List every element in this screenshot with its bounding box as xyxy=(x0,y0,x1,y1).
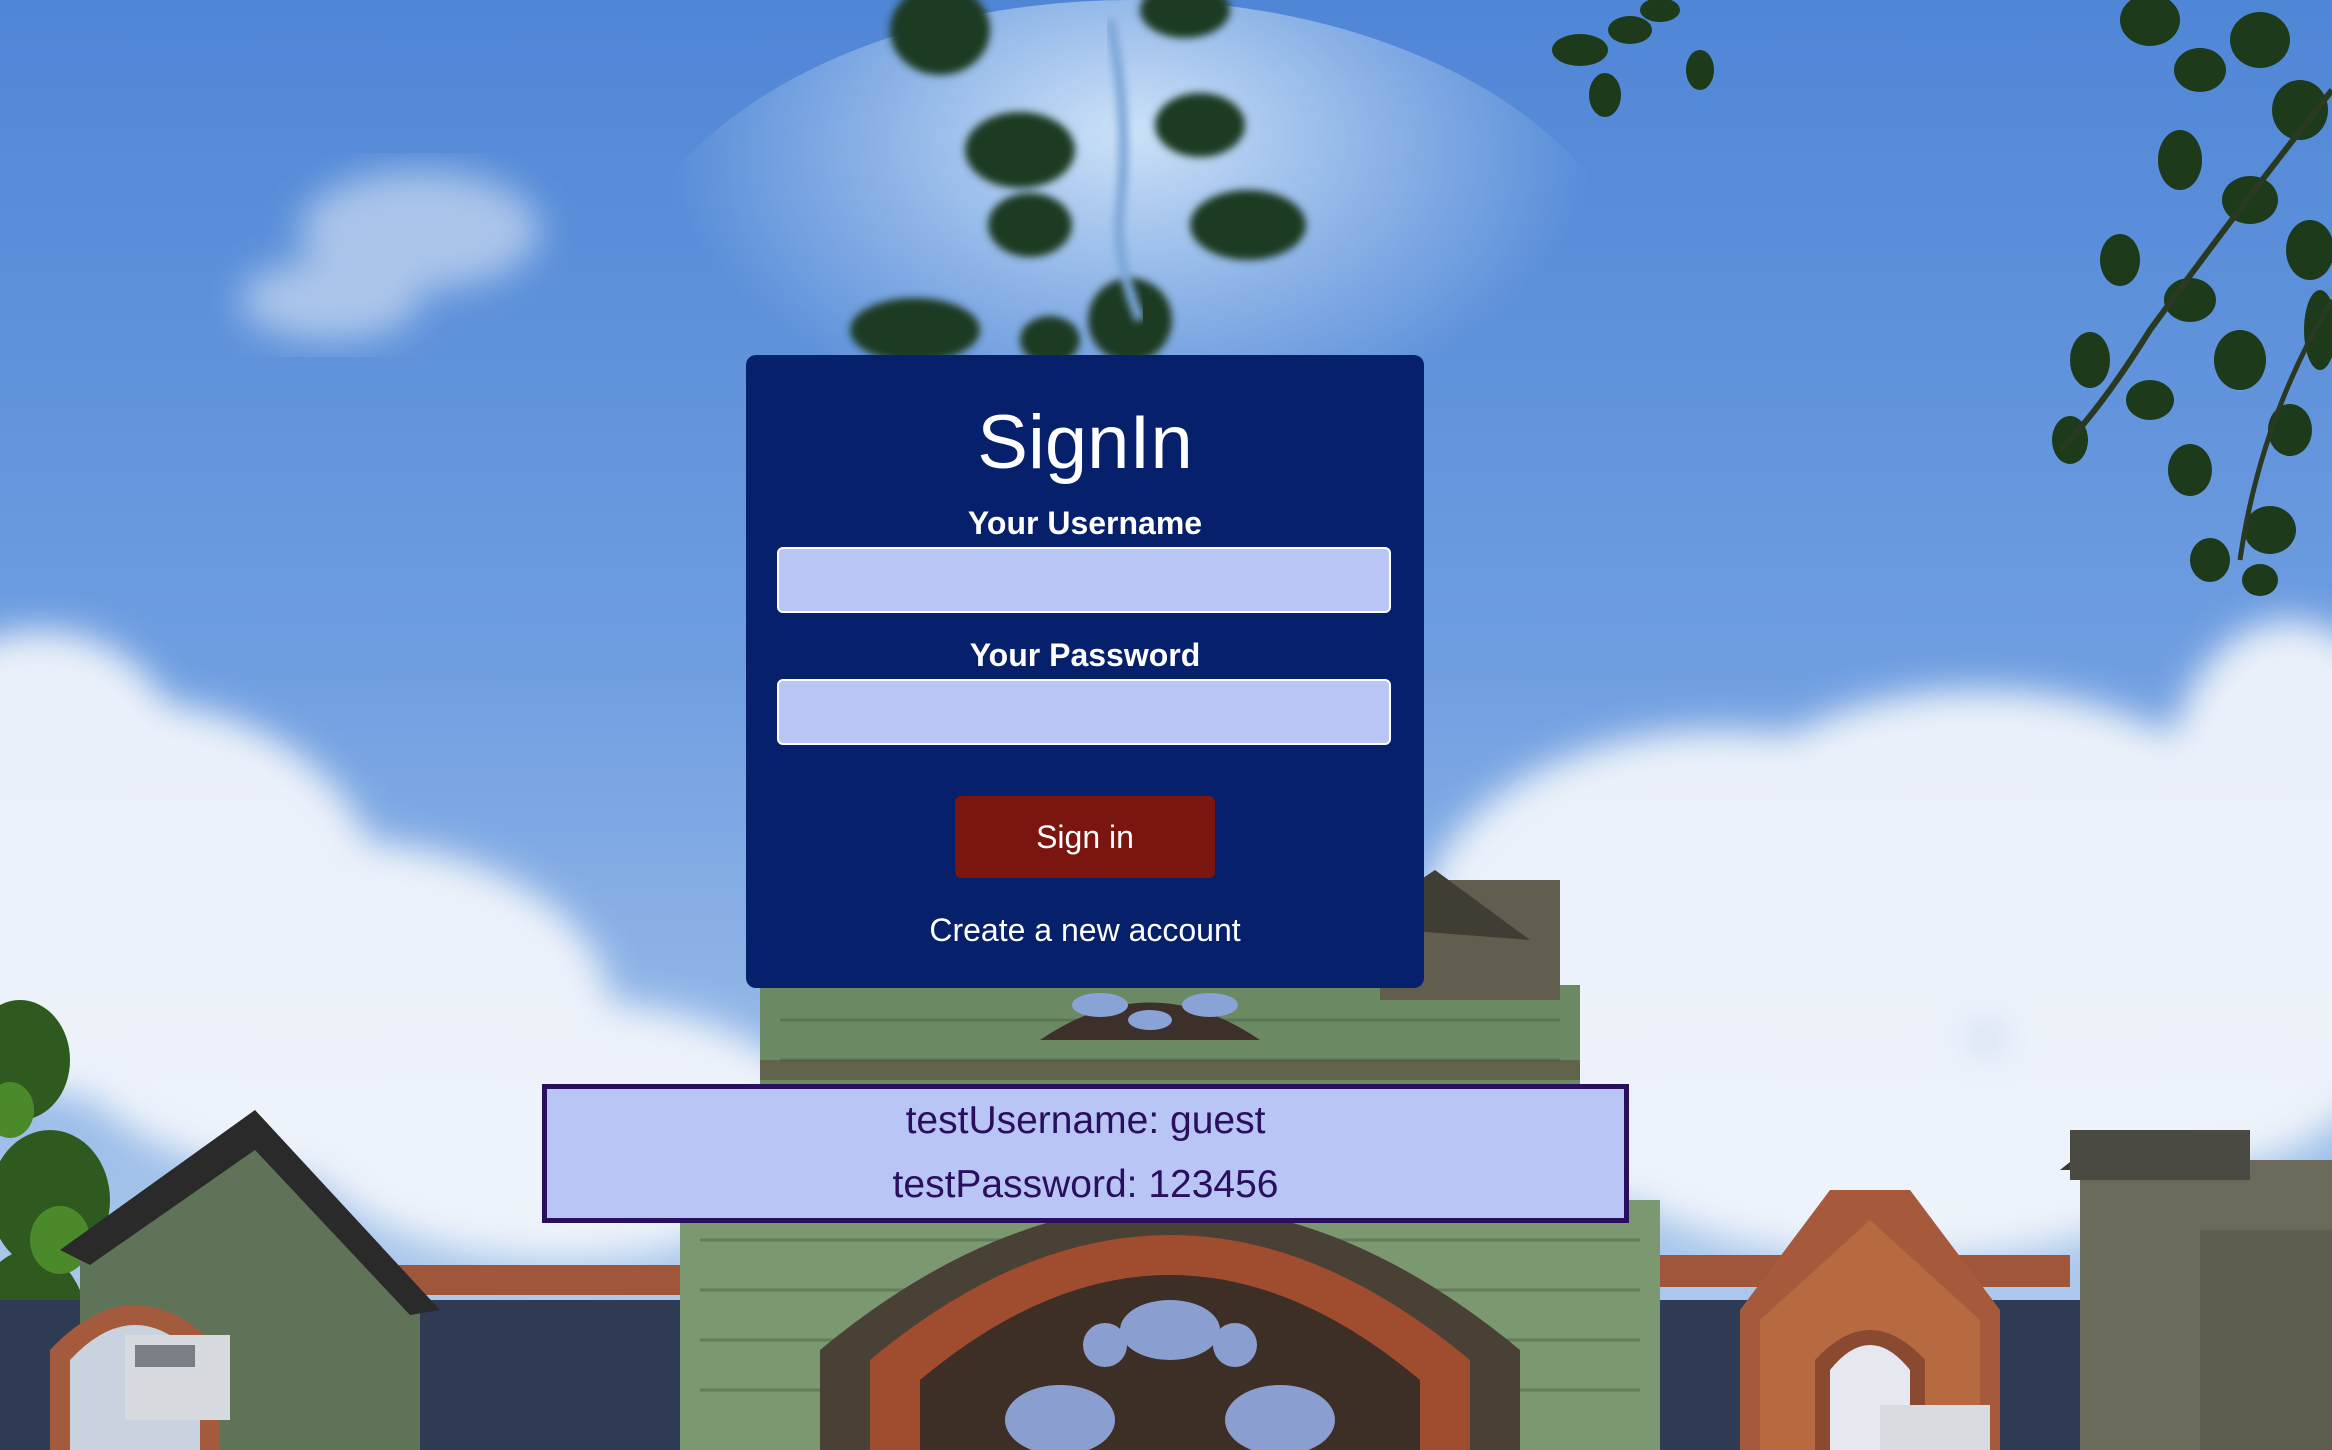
test-credentials-box: testUsername: guest testPassword: 123456 xyxy=(542,1084,1629,1223)
username-label: Your Username xyxy=(967,505,1203,541)
password-label: Your Password xyxy=(969,637,1201,673)
signin-title: SignIn xyxy=(977,400,1193,485)
signin-card: SignIn Your Username Your Password Sign … xyxy=(746,355,1424,988)
username-input[interactable] xyxy=(777,547,1391,613)
test-password-text: testPassword: 123456 xyxy=(892,1163,1279,1206)
password-input[interactable] xyxy=(777,679,1391,745)
signin-page: SignIn Your Username Your Password Sign … xyxy=(0,0,2332,1450)
signin-button[interactable]: Sign in xyxy=(955,796,1215,878)
create-account-link[interactable]: Create a new account xyxy=(746,908,1424,952)
test-username-text: testUsername: guest xyxy=(905,1099,1266,1142)
